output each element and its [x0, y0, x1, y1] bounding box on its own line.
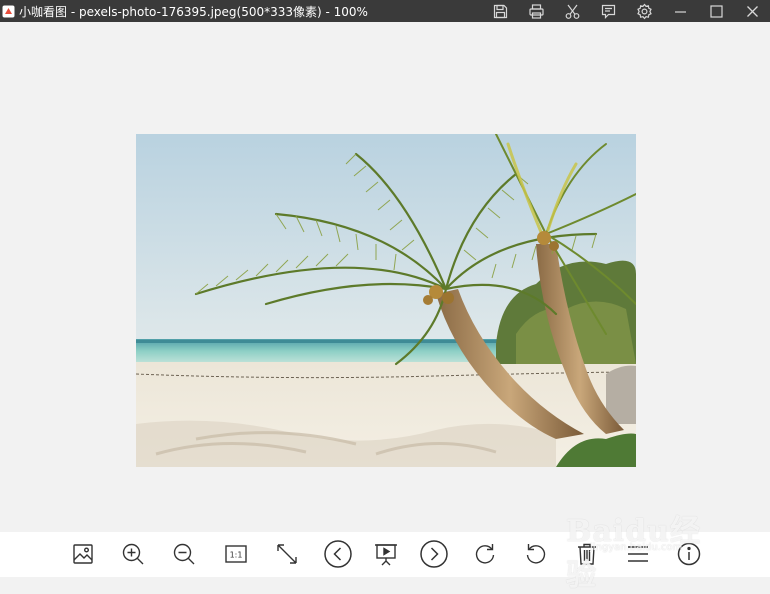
zoom-out-icon — [173, 543, 195, 565]
print-icon — [528, 3, 544, 19]
slideshow-icon — [375, 544, 397, 566]
cut-button[interactable] — [554, 0, 590, 22]
menu-button[interactable] — [620, 536, 656, 572]
beach-photo — [136, 134, 636, 467]
zoom-out-button[interactable] — [166, 536, 202, 572]
minimize-icon — [674, 10, 686, 13]
actual-size-button[interactable]: 1:1 — [218, 536, 254, 572]
rotate-right-button[interactable] — [467, 536, 503, 572]
slideshow-button[interactable] — [368, 536, 404, 572]
app-logo-icon — [1, 4, 15, 18]
rotate-right-icon — [475, 544, 495, 564]
image-canvas[interactable] — [0, 22, 770, 532]
next-button[interactable] — [416, 536, 452, 572]
rotate-left-button[interactable] — [518, 536, 554, 572]
info-icon — [677, 542, 701, 566]
title-bar: 小咖看图 - pexels-photo-176395.jpeg(500*333像… — [0, 0, 770, 22]
previous-button[interactable] — [320, 536, 356, 572]
feedback-icon — [601, 4, 615, 19]
save-icon — [493, 4, 507, 18]
feedback-button[interactable] — [590, 0, 626, 22]
actual-size-label: 1:1 — [230, 551, 243, 560]
maximize-button[interactable] — [698, 0, 734, 22]
image-icon — [73, 544, 93, 564]
close-button[interactable] — [734, 0, 770, 22]
cut-icon — [565, 4, 579, 19]
save-button[interactable] — [482, 0, 518, 22]
menu-icon — [628, 546, 648, 562]
print-button[interactable] — [518, 0, 554, 22]
maximize-icon — [709, 4, 723, 18]
zoom-in-icon — [122, 543, 144, 565]
fit-screen-icon — [277, 544, 297, 564]
actual-size-icon: 1:1 — [225, 545, 247, 563]
delete-button[interactable] — [569, 536, 605, 572]
settings-icon — [636, 3, 652, 19]
delete-icon — [578, 543, 596, 565]
bottom-toolbar: 1:1 — [0, 532, 770, 577]
window-title: 小咖看图 - pexels-photo-176395.jpeg(500*333像… — [19, 4, 368, 19]
next-icon — [420, 540, 448, 568]
info-button[interactable] — [671, 536, 707, 572]
minimize-button[interactable] — [662, 0, 698, 22]
settings-button[interactable] — [626, 0, 662, 22]
rotate-left-icon — [526, 544, 546, 564]
close-icon — [746, 5, 758, 17]
zoom-in-button[interactable] — [115, 536, 151, 572]
open-image-button[interactable] — [65, 536, 101, 572]
previous-icon — [324, 540, 352, 568]
fit-screen-button[interactable] — [269, 536, 305, 572]
